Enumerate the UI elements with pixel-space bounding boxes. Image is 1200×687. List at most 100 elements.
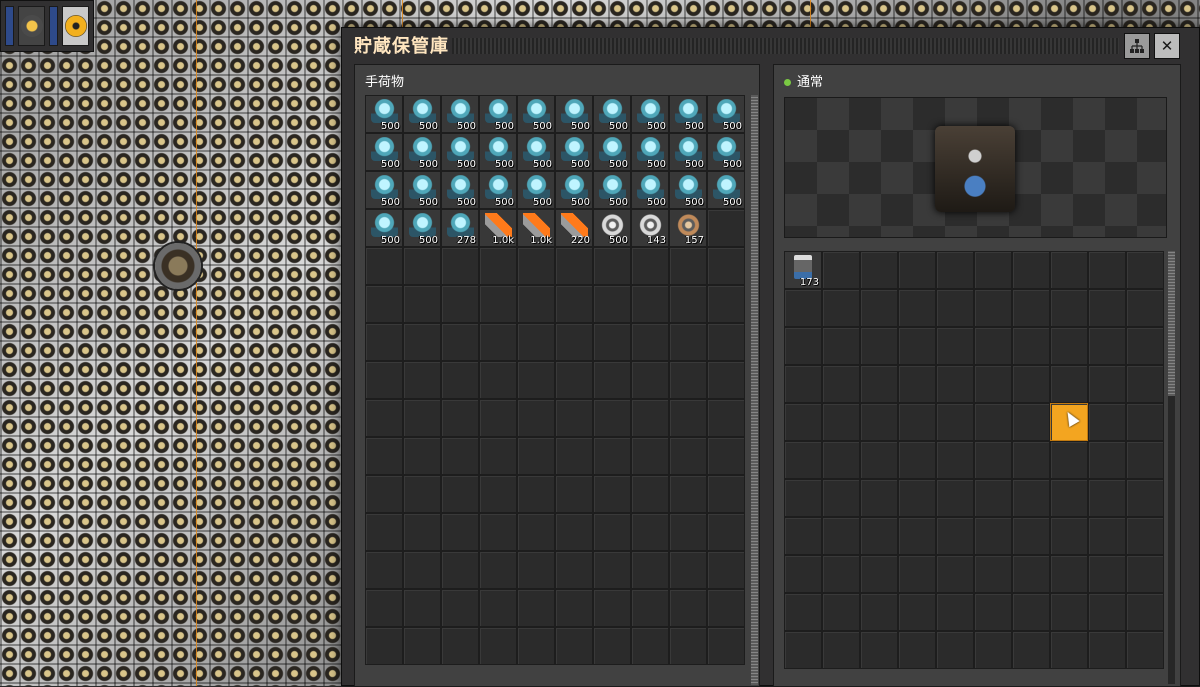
inventory-slot[interactable]: [669, 323, 707, 361]
inventory-slot[interactable]: 500: [631, 95, 669, 133]
inventory-slot[interactable]: [707, 209, 745, 247]
inventory-slot[interactable]: [555, 247, 593, 285]
roboport-entity[interactable]: [155, 243, 201, 289]
storage-slot[interactable]: [936, 479, 974, 517]
storage-slot[interactable]: [936, 555, 974, 593]
inventory-slot[interactable]: 500: [403, 209, 441, 247]
storage-slot[interactable]: [822, 327, 860, 365]
inventory-slot[interactable]: [365, 475, 403, 513]
inventory-slot[interactable]: [403, 475, 441, 513]
inventory-slot[interactable]: [669, 285, 707, 323]
storage-slot[interactable]: [1012, 251, 1050, 289]
storage-slot[interactable]: [1126, 479, 1164, 517]
storage-slot[interactable]: [898, 593, 936, 631]
inventory-slot[interactable]: [593, 247, 631, 285]
inventory-slot[interactable]: 1.0k: [517, 209, 555, 247]
inventory-slot[interactable]: 1.0k: [479, 209, 517, 247]
inventory-slot[interactable]: 500: [403, 133, 441, 171]
inventory-slot[interactable]: [517, 475, 555, 513]
storage-slot[interactable]: [898, 441, 936, 479]
inventory-slot[interactable]: [403, 437, 441, 475]
storage-slot[interactable]: [1050, 441, 1088, 479]
storage-slot[interactable]: [1088, 251, 1126, 289]
inventory-slot[interactable]: 500: [403, 95, 441, 133]
inventory-slot[interactable]: [669, 399, 707, 437]
inventory-slot[interactable]: [365, 247, 403, 285]
inventory-slot[interactable]: [707, 399, 745, 437]
inventory-slot[interactable]: [479, 361, 517, 399]
inventory-slot[interactable]: [669, 247, 707, 285]
inventory-slot[interactable]: [707, 513, 745, 551]
inventory-slot[interactable]: [403, 589, 441, 627]
storage-slot[interactable]: [784, 403, 822, 441]
inventory-slot[interactable]: 500: [669, 95, 707, 133]
inventory-slot[interactable]: [631, 399, 669, 437]
inventory-slot[interactable]: 500: [365, 95, 403, 133]
inventory-slot[interactable]: [365, 437, 403, 475]
storage-slot[interactable]: [974, 403, 1012, 441]
inventory-slot[interactable]: [365, 361, 403, 399]
inventory-slot[interactable]: [517, 437, 555, 475]
storage-slot[interactable]: [822, 479, 860, 517]
storage-slot[interactable]: 173: [784, 251, 822, 289]
storage-slot[interactable]: [860, 555, 898, 593]
storage-slot[interactable]: [1088, 289, 1126, 327]
inventory-slot[interactable]: [479, 437, 517, 475]
storage-slot[interactable]: [1050, 289, 1088, 327]
inventory-slot[interactable]: [555, 361, 593, 399]
inventory-slot[interactable]: 500: [593, 133, 631, 171]
storage-slot[interactable]: [1012, 593, 1050, 631]
storage-slot[interactable]: [936, 365, 974, 403]
inventory-slot[interactable]: [441, 285, 479, 323]
inventory-slot[interactable]: [669, 513, 707, 551]
storage-slot[interactable]: [898, 479, 936, 517]
inventory-slot[interactable]: 500: [441, 133, 479, 171]
storage-slot[interactable]: [1012, 403, 1050, 441]
storage-slot[interactable]: [822, 403, 860, 441]
storage-slot[interactable]: [1050, 555, 1088, 593]
storage-slot[interactable]: [784, 593, 822, 631]
storage-slot[interactable]: [822, 251, 860, 289]
inventory-slot[interactable]: [441, 513, 479, 551]
storage-slot[interactable]: [822, 631, 860, 669]
inventory-slot[interactable]: [441, 589, 479, 627]
inventory-slot[interactable]: [517, 627, 555, 665]
inventory-slot[interactable]: 143: [631, 209, 669, 247]
inventory-slot[interactable]: [403, 399, 441, 437]
inventory-slot[interactable]: 500: [441, 171, 479, 209]
storage-slot[interactable]: [936, 441, 974, 479]
storage-slot[interactable]: [974, 327, 1012, 365]
inventory-slot[interactable]: [479, 285, 517, 323]
storage-slot[interactable]: [784, 327, 822, 365]
inventory-slot[interactable]: [669, 475, 707, 513]
storage-slot[interactable]: [898, 365, 936, 403]
storage-scrollbar[interactable]: [1168, 251, 1175, 684]
storage-slot[interactable]: [822, 555, 860, 593]
inventory-slot[interactable]: [707, 437, 745, 475]
storage-slot[interactable]: [1088, 479, 1126, 517]
storage-slot[interactable]: [1050, 593, 1088, 631]
inventory-slot[interactable]: 500: [441, 95, 479, 133]
storage-slot[interactable]: [860, 517, 898, 555]
inventory-slot[interactable]: [479, 247, 517, 285]
inventory-slot[interactable]: [669, 437, 707, 475]
inventory-scroll-thumb[interactable]: [751, 95, 758, 685]
inventory-slot[interactable]: [555, 437, 593, 475]
storage-slot[interactable]: [898, 631, 936, 669]
inventory-slot[interactable]: [555, 589, 593, 627]
inventory-slot[interactable]: 500: [555, 95, 593, 133]
storage-slot[interactable]: [1088, 631, 1126, 669]
inventory-slot[interactable]: 500: [593, 95, 631, 133]
inventory-slot[interactable]: 500: [707, 133, 745, 171]
storage-slot[interactable]: [822, 593, 860, 631]
inventory-slot[interactable]: 500: [403, 171, 441, 209]
inventory-slot[interactable]: [441, 399, 479, 437]
storage-slot[interactable]: [898, 517, 936, 555]
inventory-slot[interactable]: 220: [555, 209, 593, 247]
storage-slot[interactable]: [1126, 517, 1164, 555]
storage-slot[interactable]: [860, 327, 898, 365]
inventory-slot[interactable]: 500: [517, 95, 555, 133]
storage-slot[interactable]: [898, 251, 936, 289]
inventory-slot[interactable]: 500: [707, 171, 745, 209]
inventory-slot[interactable]: [479, 399, 517, 437]
